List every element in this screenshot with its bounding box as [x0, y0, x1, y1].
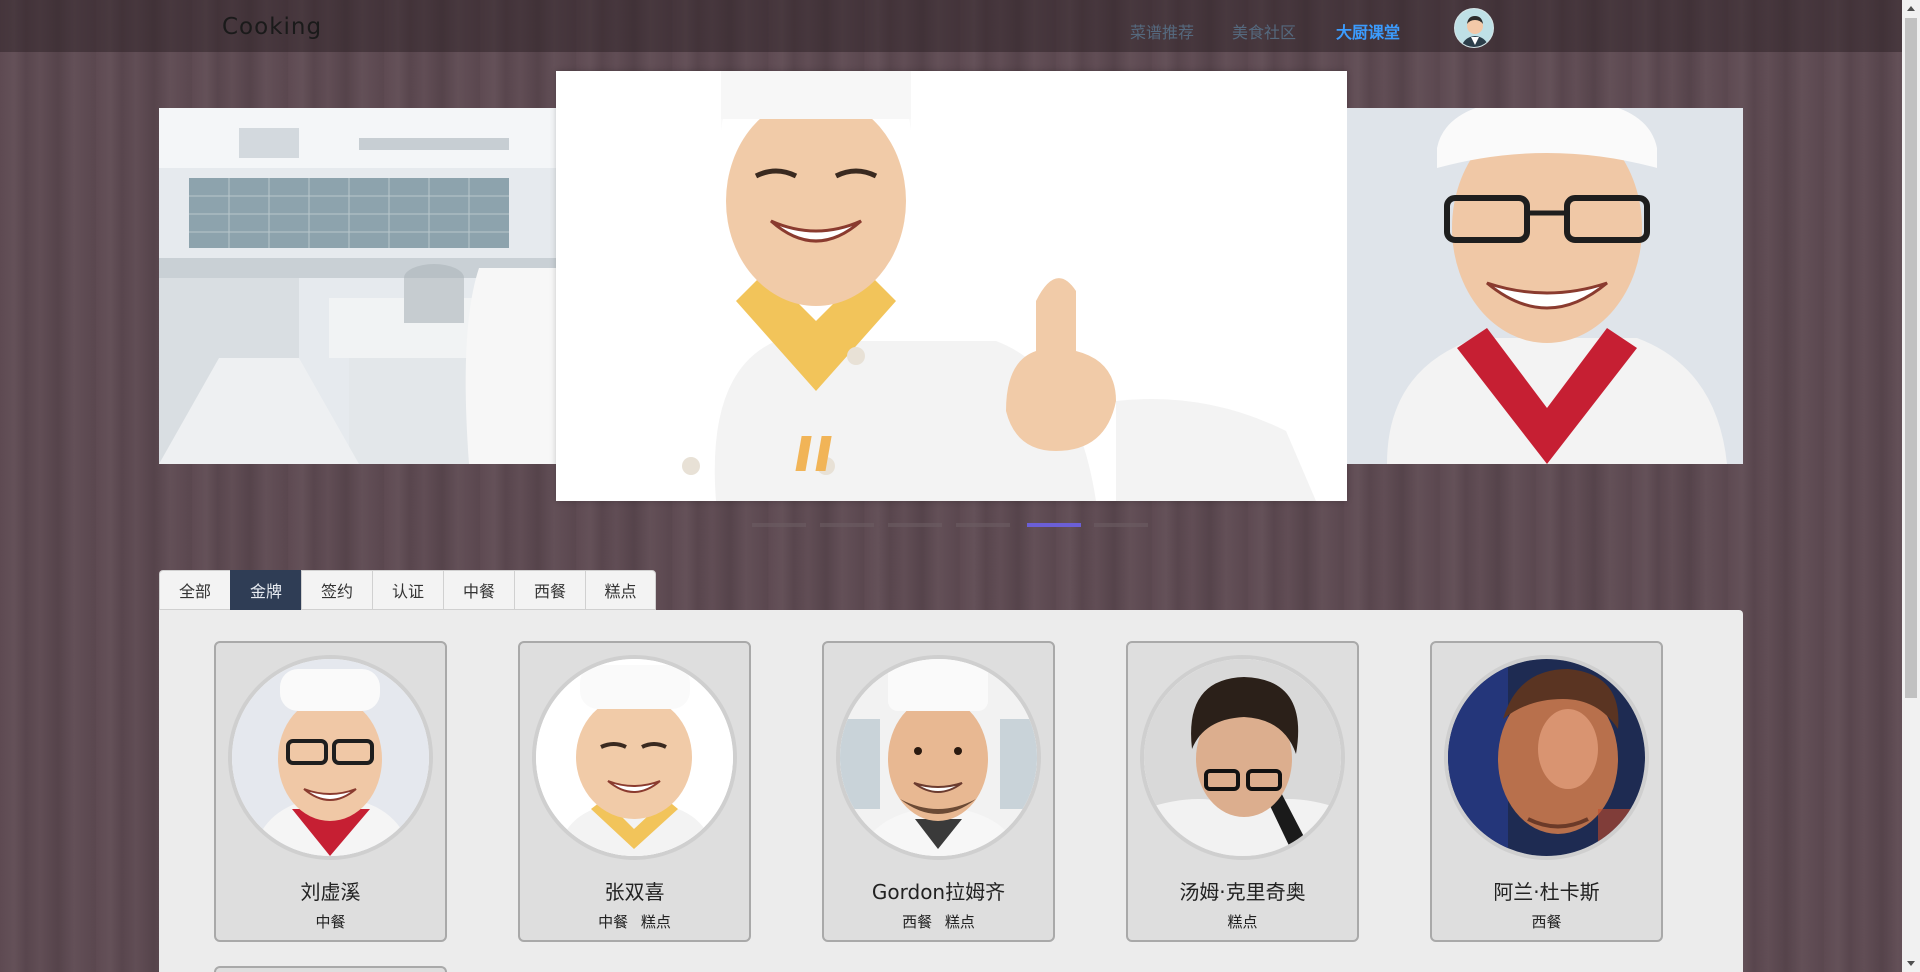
scroll-up-icon[interactable] — [1907, 6, 1915, 11]
chef-tag: 糕点 — [640, 913, 671, 931]
tab-pastry[interactable]: 糕点 — [585, 570, 656, 610]
carousel-indicator-1[interactable] — [752, 523, 806, 527]
header-bar: Cooking 菜谱推荐 美食社区 大厨课堂 — [0, 0, 1902, 52]
chef-card[interactable]: 阿兰·杜卡斯 西餐 — [1430, 641, 1663, 942]
chef-tag: 中餐 — [598, 913, 629, 931]
chef-card[interactable]: 张双喜 中餐 糕点 — [518, 641, 751, 942]
chef-tag: 糕点 — [1227, 913, 1258, 931]
thumbs-up-chef-image[interactable] — [556, 71, 1347, 501]
carousel-indicator-4[interactable] — [956, 523, 1010, 527]
tab-certified[interactable]: 认证 — [372, 570, 443, 610]
tab-all[interactable]: 全部 — [159, 570, 230, 610]
chef-photo — [1140, 655, 1345, 860]
tab-signed[interactable]: 签约 — [301, 570, 372, 610]
kitchen-chef-image[interactable] — [159, 108, 557, 464]
chef-photo — [228, 655, 433, 860]
scroll-down-icon[interactable] — [1907, 961, 1915, 966]
chef-tag: 中餐 — [315, 913, 346, 931]
chef-name: 汤姆·克里奇奥 — [1179, 880, 1306, 904]
tab-western[interactable]: 西餐 — [514, 570, 585, 610]
chef-name: 张双喜 — [604, 880, 665, 904]
site-logo[interactable]: Cooking — [222, 14, 322, 40]
chef-name: 阿兰·杜卡斯 — [1493, 880, 1600, 904]
chef-card[interactable]: 汤姆·克里奇奥 糕点 — [1126, 641, 1359, 942]
chef-tags: 中餐 — [216, 911, 445, 932]
chef-photo — [532, 655, 737, 860]
carousel-indicator-5[interactable] — [1027, 523, 1081, 527]
carousel-indicator-3[interactable] — [888, 523, 942, 527]
tab-chinese[interactable]: 中餐 — [443, 570, 514, 610]
chef-tag: 西餐 — [1531, 913, 1562, 931]
nav-recipes[interactable]: 菜谱推荐 — [1130, 19, 1194, 43]
chef-category-tabs: 全部 金牌 签约 认证 中餐 西餐 糕点 — [159, 570, 656, 610]
page-scrollbar[interactable] — [1902, 0, 1920, 972]
chef-tags: 糕点 — [1128, 911, 1357, 932]
scroll-thumb[interactable] — [1905, 18, 1917, 698]
chef-photo — [1444, 655, 1649, 860]
chef-name: 刘虚溪 — [300, 880, 361, 904]
chef-card-partial[interactable] — [214, 966, 447, 972]
chef-tags: 西餐 糕点 — [824, 911, 1053, 932]
nav-chef-class[interactable]: 大厨课堂 — [1336, 19, 1400, 43]
chef-name: Gordon拉姆齐 — [871, 880, 1006, 904]
chef-tags: 中餐 糕点 — [520, 911, 749, 932]
chef-card[interactable]: Gordon拉姆齐 西餐 糕点 — [822, 641, 1055, 942]
tab-gold[interactable]: 金牌 — [230, 570, 301, 610]
user-avatar-icon[interactable] — [1454, 8, 1494, 48]
chef-card[interactable]: 刘虚溪 中餐 — [214, 641, 447, 942]
nav-community[interactable]: 美食社区 — [1232, 19, 1296, 43]
glasses-chef-image[interactable] — [1347, 108, 1743, 464]
chef-tags: 西餐 — [1432, 911, 1661, 932]
chef-tag: 西餐 — [902, 913, 933, 931]
carousel-indicator-2[interactable] — [820, 523, 874, 527]
chef-photo — [836, 655, 1041, 860]
carousel-indicator-6[interactable] — [1094, 523, 1148, 527]
chef-tag: 糕点 — [944, 913, 975, 931]
